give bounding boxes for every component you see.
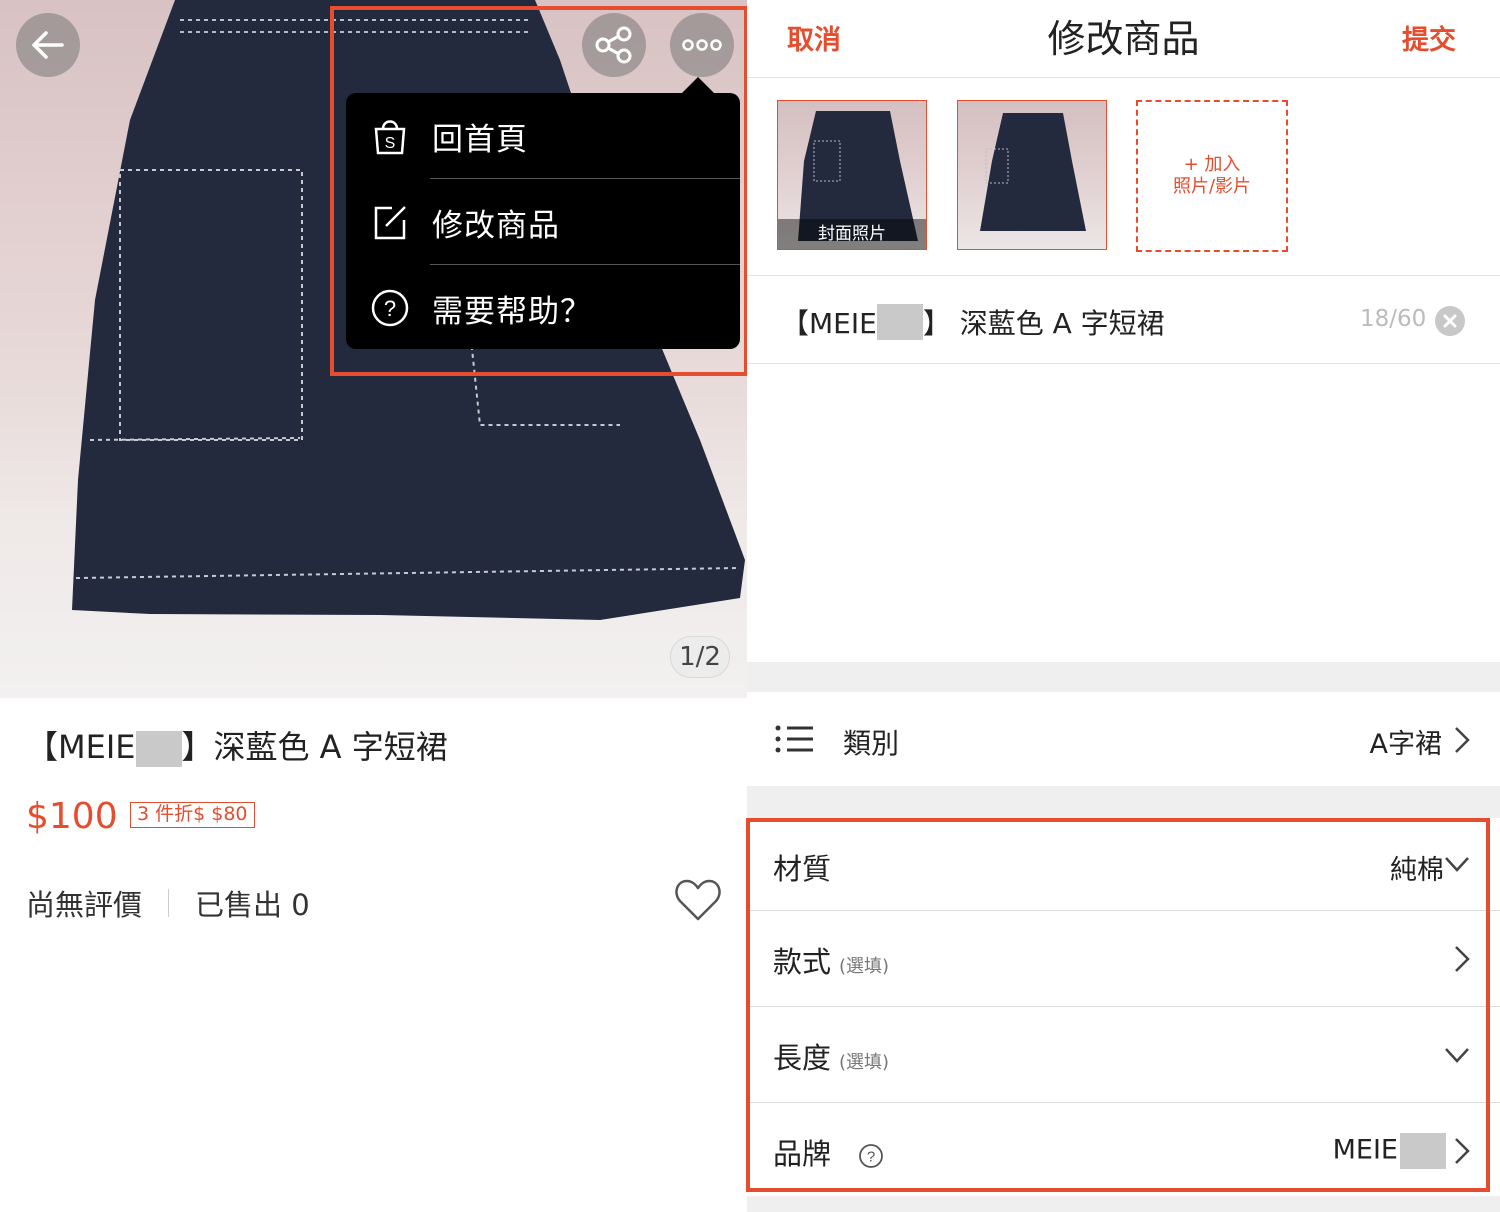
list-icon [775,725,813,753]
name-suffix: 】 深藍色 A 字短裙 [922,307,1165,340]
menu-item-label: 修改商品 [432,207,560,244]
promo-badge[interactable]: 3 件折$ $80 [130,802,255,828]
close-icon [1443,314,1457,328]
help-icon[interactable]: ? [858,1143,884,1169]
photo-thumbnail-cover[interactable]: 封面照片 [777,100,927,250]
category-row[interactable]: 類別 A字裙 [747,692,1500,786]
more-dots-icon [682,39,722,51]
section-divider [747,662,1500,692]
menu-item-help[interactable]: ? 需要帮助？ [346,265,740,351]
optional-tag: (選填) [839,956,890,977]
style-label: 款式 (選填) [773,939,889,981]
name-prefix: 【MEIE [781,307,877,340]
category-label: 類別 [843,727,900,760]
category-value: A字裙 [1369,729,1442,760]
submit-button[interactable]: 提交 [1402,18,1456,57]
section-divider [747,786,1500,818]
product-stats: 尚無評價 已售出 0 [26,882,310,924]
attribute-row-brand[interactable]: 品牌 ? MEIE [747,1103,1500,1199]
share-icon [595,26,632,64]
add-photo-sublabel: 照片/影片 [1172,176,1252,197]
menu-item-home[interactable]: S 回首頁 [346,93,740,179]
image-counter: 1/2 [670,636,730,678]
length-label-text: 長度 [773,1041,832,1075]
help-icon: ? [371,289,409,327]
product-price: $100 [26,796,118,837]
product-title-suffix: 】深藍色 A 字短裙 [181,728,448,766]
more-button[interactable] [670,13,734,77]
more-menu: S 回首頁 修改商品 ? 需要帮助？ [346,77,740,351]
photo-thumbnail[interactable] [957,100,1107,250]
product-name-input[interactable]: 【MEIE 】 深藍色 A 字短裙 [781,302,1165,342]
attributes-section: 材質 純棉 款式 (選填) 長度 (選填) 品牌 ? MEIE [747,818,1500,1212]
menu-item-label: 回首頁 [432,121,528,158]
bottom-divider [747,1196,1500,1212]
brand-label: 品牌 ? [773,1131,884,1173]
product-name-field[interactable]: 【MEIE 】 深藍色 A 字短裙 18/60 [747,276,1500,364]
attribute-row-length[interactable]: 長度 (選填) [747,1007,1500,1103]
svg-text:S: S [385,135,396,152]
product-page: 1/2 S 回首頁 修改商品 ? 需要帮助？ 【MEIE 】深藍色 A 字短裙 … [0,0,748,1212]
share-button[interactable] [582,13,646,77]
chevron-down-icon [1445,1048,1469,1063]
skirt-thumbnail [980,113,1086,231]
page-title: 修改商品 [1047,17,1200,61]
edit-icon [374,206,406,240]
chevron-down-icon [1445,857,1469,872]
brand-value: MEIE [1333,1133,1446,1169]
add-photo-label: + 加入 [1183,154,1241,175]
chevron-right-icon [1455,946,1470,972]
reviews-text[interactable]: 尚無評價 [26,882,142,924]
attribute-row-material[interactable]: 材質 純棉 [747,818,1500,914]
brand-label-text: 品牌 [773,1137,832,1171]
material-value: 純棉 [1390,855,1444,886]
header: 取消 修改商品 提交 [747,0,1500,78]
menu-item-edit[interactable]: 修改商品 [346,179,740,265]
material-label: 材質 [773,852,832,886]
style-label-text: 款式 [773,945,832,979]
shopee-bag-icon: S [374,120,406,155]
edit-product-page: 取消 修改商品 提交 封面照片 + 加入 照片/影片 【MEIE 】 深藍色 A… [747,0,1500,1212]
redaction [135,731,182,767]
arrow-left-icon [32,31,64,59]
product-title: 【MEIE 】深藍色 A 字短裙 [26,722,448,768]
add-photo-button[interactable]: + 加入 照片/影片 [1136,100,1288,252]
length-label: 長度 (選填) [773,1035,889,1077]
photo-strip: 封面照片 + 加入 照片/影片 [747,78,1500,276]
clear-button[interactable] [1435,306,1465,336]
screen: 1/2 S 回首頁 修改商品 ? 需要帮助？ 【MEIE 】深藍色 A 字短裙 … [0,0,1500,1212]
redaction [1400,1133,1446,1169]
brand-value-text: MEIE [1332,1134,1398,1166]
product-title-prefix: 【MEIE [26,728,136,766]
back-button[interactable] [16,13,80,77]
char-counter: 18/60 [1360,306,1427,332]
attribute-row-style[interactable]: 款式 (選填) [747,911,1500,1007]
svg-text:?: ? [867,1149,875,1166]
stats-divider [168,889,170,917]
menu-item-label: 需要帮助？ [432,293,592,330]
heart-icon[interactable] [674,878,722,922]
optional-tag: (選填) [839,1052,890,1073]
cover-label: 封面照片 [778,219,926,249]
svg-text:?: ? [384,296,396,321]
chevron-right-icon [1455,727,1470,753]
redaction [876,304,923,340]
sold-text: 已售出 0 [195,888,310,922]
chevron-right-icon [1455,1138,1470,1164]
